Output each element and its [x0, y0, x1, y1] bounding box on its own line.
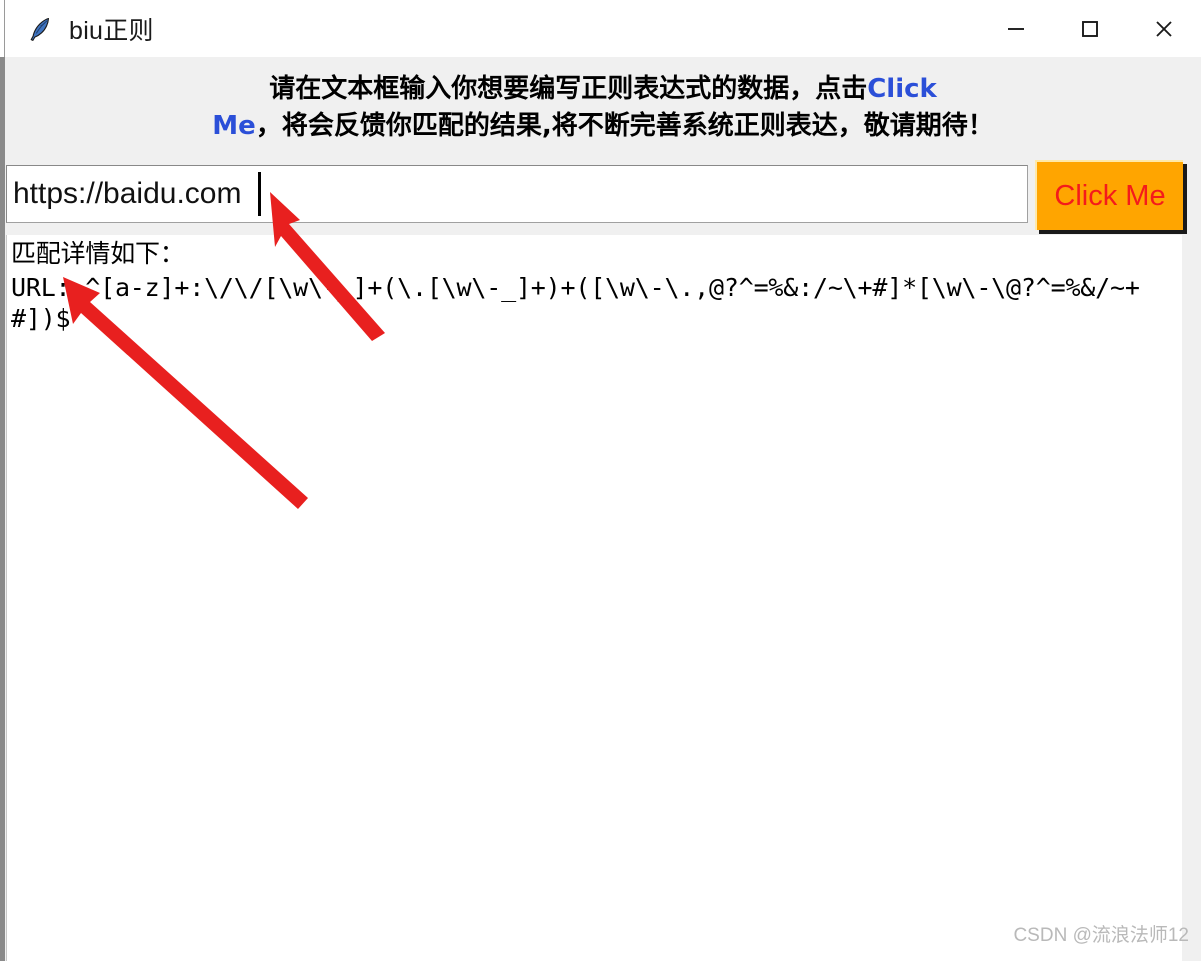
instruction-line-1-text: 请在文本框输入你想要编写正则表达式的数据，点击	[269, 73, 868, 104]
result-output-area[interactable]: 匹配详情如下： URL: ^[a-z]+:\/\/[\w\-_]+(\.[\w\…	[6, 235, 1182, 961]
title-bar-left: biu正则	[5, 11, 979, 47]
window-title: biu正则	[69, 16, 154, 45]
title-bar: biu正则	[5, 0, 1201, 57]
window-left-border-top	[0, 0, 5, 57]
instruction-line-2-text: ，将会反馈你匹配的结果,将不断完善系统正则表达，敬请期待！	[255, 110, 994, 141]
instruction-line-1: 请在文本框输入你想要编写正则表达式的数据，点击Click	[269, 71, 937, 108]
window-controls	[979, 0, 1201, 57]
result-heading: 匹配详情如下：	[11, 239, 185, 268]
instruction-panel: 请在文本框输入你想要编写正则表达式的数据，点击Click Me，将会反馈你匹配的…	[5, 57, 1201, 158]
result-body: URL: ^[a-z]+:\/\/[\w\-_]+(\.[\w\-_]+)+([…	[11, 273, 1140, 333]
minimize-button[interactable]	[979, 0, 1053, 57]
regex-source-input[interactable]	[6, 165, 1028, 223]
instruction-line-2: Me，将会反馈你匹配的结果,将不断完善系统正则表达，敬请期待！	[212, 108, 993, 145]
close-button[interactable]	[1127, 0, 1201, 57]
maximize-button[interactable]	[1053, 0, 1127, 57]
app-window: biu正则 请在文本框输入你想要编写正则表达式的数据，点击Click Me，将会…	[0, 0, 1201, 961]
click-me-button[interactable]: Click Me	[1035, 160, 1183, 230]
text-caret	[258, 172, 261, 216]
csdn-watermark: CSDN @流浪法师12	[1013, 925, 1189, 946]
right-gutter	[1182, 235, 1201, 961]
feather-icon	[27, 15, 55, 43]
instruction-line-2-accent: Me	[212, 110, 256, 141]
input-row: Click Me	[5, 158, 1201, 234]
instruction-line-1-accent: Click	[867, 73, 937, 104]
